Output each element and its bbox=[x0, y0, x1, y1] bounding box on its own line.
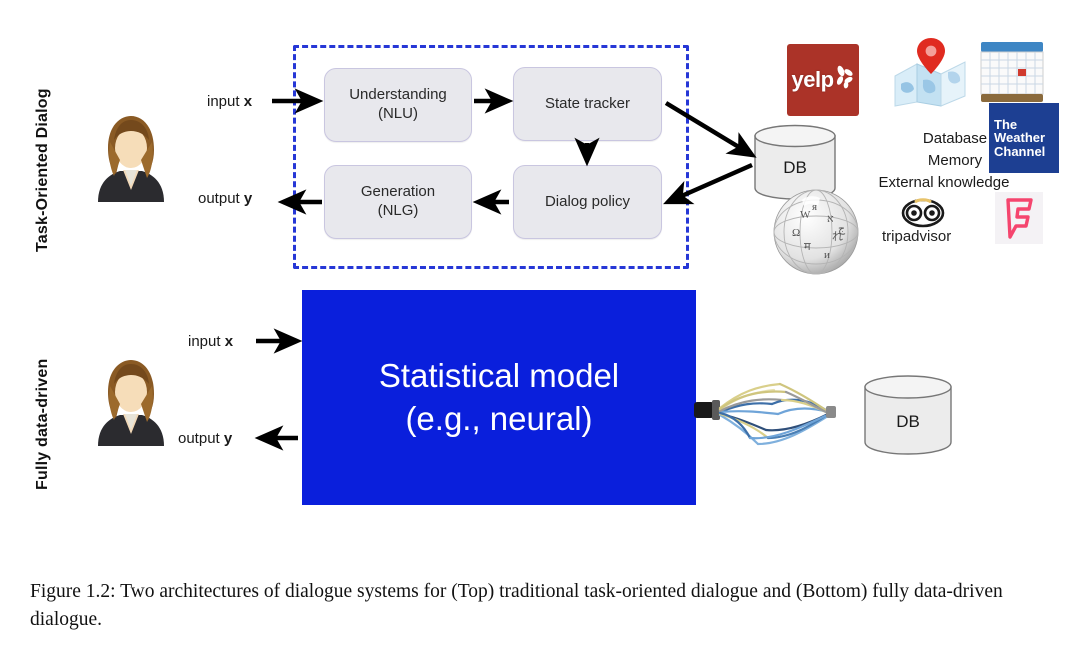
weather-channel-line1: The bbox=[994, 116, 1018, 132]
weather-channel-line3: Channel bbox=[994, 143, 1046, 159]
svg-text:א: א bbox=[827, 213, 834, 225]
output-label-top: output y bbox=[198, 190, 252, 207]
svg-text:и: и bbox=[824, 249, 830, 261]
knowledge-line-external: External knowledge bbox=[878, 173, 1010, 191]
svg-text:ج: ج bbox=[838, 223, 846, 235]
input-label-top-var: x bbox=[243, 93, 253, 110]
svg-text:W: W bbox=[800, 209, 811, 221]
weather-channel-line2: Weather bbox=[994, 130, 1046, 146]
foursquare-logo[interactable] bbox=[995, 192, 1043, 244]
section-label-task-oriented: Task-Oriented Dialog bbox=[34, 88, 51, 252]
pipeline-box-nlg-line2: (NLG) bbox=[377, 202, 419, 219]
output-label-bottom-var: y bbox=[223, 430, 233, 447]
database-cylinder-top-label: DB bbox=[783, 158, 807, 177]
pipeline-box-nlu-line2: (NLU) bbox=[377, 105, 418, 122]
svg-text:Ω: Ω bbox=[792, 227, 800, 239]
output-label-top-var: y bbox=[243, 190, 253, 207]
pipeline-box-dialog-policy-line1: Dialog policy bbox=[544, 192, 631, 210]
input-label-top-text: input bbox=[207, 93, 244, 110]
pipeline-box-nlg[interactable]: Generation (NLG) bbox=[324, 165, 472, 239]
yelp-logo-label: yelp bbox=[791, 67, 834, 92]
section-label-fully-data-driven: Fully data-driven bbox=[34, 358, 51, 490]
yelp-logo[interactable]: yelp bbox=[787, 44, 859, 116]
pipeline-box-nlg-line1: Generation bbox=[360, 183, 436, 201]
input-label-top: input x bbox=[207, 93, 252, 110]
pipeline-box-nlu-line1: Understanding bbox=[349, 86, 447, 104]
statistical-model-line2: (e.g., neural) bbox=[405, 399, 593, 437]
map-logo[interactable] bbox=[893, 36, 969, 108]
weather-channel-logo[interactable]: The Weather Channel bbox=[989, 103, 1059, 173]
pipeline-box-state-tracker-line1: State tracker bbox=[544, 94, 631, 112]
figure-caption: Figure 1.2: Two architectures of dialogu… bbox=[30, 581, 1003, 631]
cable-bundle bbox=[694, 370, 864, 460]
database-cylinder-bottom: DB bbox=[862, 374, 954, 456]
figure-root: Task-Oriented Dialog Fully data-driven i… bbox=[0, 0, 1080, 662]
input-label-bottom-text: input bbox=[188, 333, 225, 350]
database-cylinder-bottom-label: DB bbox=[896, 412, 920, 431]
pipeline-box-dialog-policy[interactable]: Dialog policy bbox=[513, 165, 662, 239]
statistical-model-box[interactable]: Statistical model (e.g., neural) bbox=[302, 290, 696, 505]
output-label-bottom-text: output bbox=[178, 430, 224, 447]
user-avatar-bottom bbox=[92, 356, 170, 446]
output-label-bottom: output y bbox=[178, 430, 232, 447]
user-avatar-top bbox=[92, 112, 170, 202]
input-label-bottom: input x bbox=[188, 333, 233, 350]
tripadvisor-logo[interactable] bbox=[900, 198, 946, 228]
input-label-bottom-var: x bbox=[224, 333, 234, 350]
pipeline-box-nlu[interactable]: Understanding (NLU) bbox=[324, 68, 472, 142]
calendar-logo[interactable] bbox=[977, 38, 1047, 106]
svg-text:म: म bbox=[804, 241, 811, 253]
output-label-top-text: output bbox=[198, 190, 244, 207]
wikipedia-logo[interactable]: W א Ω れ म и я ج bbox=[772, 188, 860, 276]
tripadvisor-wordmark: tripadvisor bbox=[882, 228, 952, 245]
pipeline-box-state-tracker[interactable]: State tracker bbox=[513, 67, 662, 141]
statistical-model-line1: Statistical model bbox=[378, 356, 620, 394]
